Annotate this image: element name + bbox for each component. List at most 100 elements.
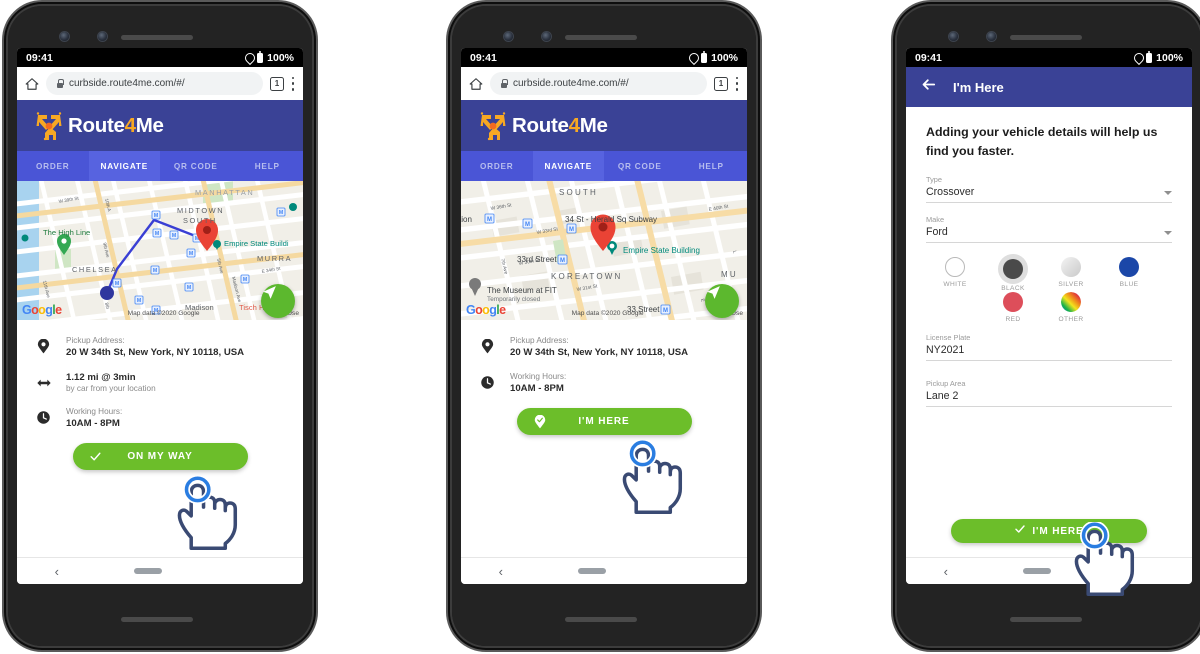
working-hours-label: Working Hours: bbox=[510, 372, 567, 381]
swatch-red bbox=[1003, 292, 1023, 313]
svg-text:The High Line: The High Line bbox=[43, 228, 90, 237]
clock-icon bbox=[35, 409, 52, 426]
front-camera-icon bbox=[504, 32, 513, 41]
pickup-address-label: Pickup Address: bbox=[66, 336, 125, 345]
svg-text:MANHATTAN: MANHATTAN bbox=[195, 188, 254, 197]
kebab-menu-icon[interactable] bbox=[291, 76, 295, 91]
color-option-silver[interactable]: SILVER bbox=[1042, 257, 1100, 292]
phone-3-chassis: 09:41 100% I'm Here Adding your vehicle … bbox=[897, 6, 1200, 646]
tab-navigate[interactable]: NAVIGATE bbox=[88, 151, 160, 181]
navigate-fab-button[interactable] bbox=[705, 284, 739, 318]
swatch-other bbox=[1061, 292, 1081, 313]
swatch-black-label: BLACK bbox=[1001, 285, 1025, 293]
android-nav-bar: ‹ bbox=[906, 557, 1192, 584]
color-option-red[interactable]: RED bbox=[984, 292, 1042, 323]
color-option-white[interactable]: WHITE bbox=[926, 257, 984, 292]
svg-text:M: M bbox=[279, 210, 283, 216]
svg-text:M: M bbox=[153, 268, 157, 274]
svg-text:CHELSEA: CHELSEA bbox=[72, 265, 118, 274]
front-camera-icon bbox=[949, 32, 958, 41]
map-view-destination[interactable]: MMM MM SOUTH 34 St - Herald Sq Subway Em… bbox=[461, 181, 747, 320]
phone-1: 09:41 100% curbside.route4me.com/#/ 1 Ro… bbox=[0, 0, 320, 654]
lock-icon bbox=[500, 79, 508, 89]
chevron-down-icon bbox=[1164, 191, 1172, 196]
svg-text:M: M bbox=[187, 285, 191, 291]
svg-text:KOREATOWN: KOREATOWN bbox=[551, 272, 623, 281]
bottom-speaker bbox=[121, 617, 193, 622]
google-logo: Google bbox=[466, 302, 506, 317]
im-here-button[interactable]: I'M HERE bbox=[516, 408, 692, 435]
nav-back-icon[interactable]: ‹ bbox=[499, 565, 503, 578]
map-view-route[interactable]: MMM MMM MMM MMM MANHATTAN MIDTOWN SOUTH … bbox=[17, 181, 303, 320]
on-my-way-button[interactable]: ON MY WAY bbox=[72, 443, 248, 470]
distance-value: 1.12 mi @ 3min bbox=[66, 372, 136, 383]
kebab-menu-icon[interactable] bbox=[735, 76, 739, 91]
nav-home-pill-icon[interactable] bbox=[134, 568, 163, 574]
color-option-other[interactable]: OTHER bbox=[1042, 292, 1100, 323]
tab-counter-button[interactable]: 1 bbox=[270, 76, 284, 91]
google-logo: Google bbox=[22, 302, 62, 317]
pickup-address-label: Pickup Address: bbox=[510, 336, 569, 345]
navigation-arrow-icon bbox=[263, 286, 276, 299]
nav-back-icon[interactable]: ‹ bbox=[55, 565, 59, 578]
location-pin-icon bbox=[1134, 53, 1142, 63]
svg-text:M: M bbox=[243, 277, 247, 283]
url-text: curbside.route4me.com/#/ bbox=[513, 78, 629, 89]
status-bar: 09:41 100% bbox=[17, 48, 303, 67]
battery-full-icon bbox=[701, 50, 708, 63]
field-make[interactable]: Make Ford bbox=[926, 215, 1172, 244]
field-type[interactable]: Type Crossover bbox=[926, 175, 1172, 204]
info-row-pickup-address: Pickup Address: 20 W 34th St, New York, … bbox=[479, 336, 729, 358]
front-camera-icon bbox=[60, 32, 69, 41]
field-pickup-area[interactable]: Pickup Area Lane 2 bbox=[926, 379, 1172, 408]
address-bar[interactable]: curbside.route4me.com/#/ bbox=[46, 72, 263, 95]
tab-help[interactable]: HELP bbox=[232, 151, 304, 181]
vehicle-details-form: Adding your vehicle details will help us… bbox=[906, 107, 1192, 513]
android-nav-bar: ‹ bbox=[461, 557, 747, 584]
phone-2-frame: 09:41 100% curbside.route4me.com/#/ 1 Ro… bbox=[452, 6, 756, 646]
nav-home-pill-icon[interactable] bbox=[578, 568, 607, 574]
color-option-blue[interactable]: BLUE bbox=[1100, 257, 1158, 292]
distance-arrows-icon bbox=[35, 374, 52, 391]
checkmark-icon bbox=[1014, 522, 1026, 540]
tab-navigate[interactable]: NAVIGATE bbox=[532, 151, 604, 181]
color-swatch-group: WHITE BLACK SILVER BLUE RED OTHER bbox=[926, 257, 1172, 323]
navigation-arrow-icon bbox=[707, 286, 720, 299]
tab-qr-code[interactable]: QR CODE bbox=[604, 151, 676, 181]
address-bar[interactable]: curbside.route4me.com/#/ bbox=[490, 72, 707, 95]
svg-text:M: M bbox=[115, 281, 119, 287]
map-attribution: Map data ©2020 Google bbox=[571, 310, 644, 317]
nav-back-icon[interactable]: ‹ bbox=[944, 565, 948, 578]
bottom-speaker bbox=[1010, 617, 1082, 622]
back-arrow-icon[interactable] bbox=[920, 76, 937, 98]
map-pin-icon bbox=[35, 338, 52, 355]
battery-percent: 100% bbox=[1156, 51, 1183, 64]
app-tab-bar: ORDER NAVIGATE QR CODE HELP bbox=[17, 151, 303, 181]
screenshot-stage: 09:41 100% curbside.route4me.com/#/ 1 Ro… bbox=[0, 0, 1200, 654]
tab-help[interactable]: HELP bbox=[676, 151, 748, 181]
im-here-submit-button[interactable]: I'M HERE bbox=[951, 519, 1147, 543]
working-hours-label: Working Hours: bbox=[66, 407, 123, 416]
home-icon[interactable] bbox=[25, 77, 39, 91]
lock-icon bbox=[56, 79, 64, 89]
browser-toolbar: curbside.route4me.com/#/ 1 bbox=[17, 67, 303, 100]
tab-qr-code[interactable]: QR CODE bbox=[160, 151, 232, 181]
tab-order[interactable]: ORDER bbox=[17, 151, 89, 181]
route4me-logo-icon bbox=[35, 111, 63, 141]
nav-home-pill-icon[interactable] bbox=[1023, 568, 1052, 574]
navigate-fab-button[interactable] bbox=[261, 284, 295, 318]
phone-1-frame: 09:41 100% curbside.route4me.com/#/ 1 Ro… bbox=[8, 6, 312, 646]
color-option-black[interactable]: BLACK bbox=[984, 257, 1042, 292]
battery-full-icon bbox=[1146, 50, 1153, 63]
front-camera-secondary-icon bbox=[542, 32, 551, 41]
brand-wordmark: Route4Me bbox=[512, 113, 608, 137]
tab-counter-button[interactable]: 1 bbox=[714, 76, 728, 91]
map-attribution: Map data ©2020 Google bbox=[127, 310, 200, 317]
svg-text:M: M bbox=[189, 251, 193, 257]
svg-text:MURRA: MURRA bbox=[257, 254, 292, 263]
svg-text:Empire State Building: Empire State Building bbox=[623, 246, 700, 255]
tab-order[interactable]: ORDER bbox=[461, 151, 533, 181]
field-license-plate[interactable]: License Plate NY2021 bbox=[926, 333, 1172, 362]
home-icon[interactable] bbox=[469, 77, 483, 91]
svg-text:M: M bbox=[569, 227, 574, 233]
